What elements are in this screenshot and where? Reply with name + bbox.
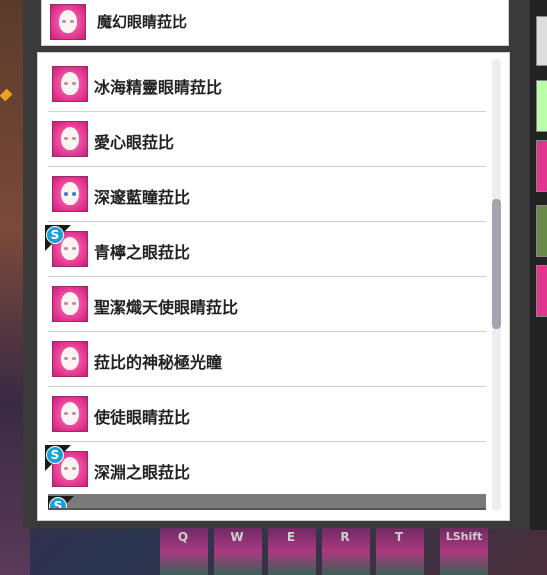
selected-item-label: 魔幻眼睛菈比 [97, 13, 188, 31]
item-label: 聖潔熾天使眼睛菈比 [94, 298, 239, 317]
list-item[interactable]: 聖潔熾天使眼睛菈比 [48, 277, 486, 332]
list-item[interactable]: 冰海精靈眼睛菈比 [48, 57, 486, 112]
hotkey-slot[interactable]: E [268, 528, 316, 575]
s-badge-icon: S [45, 225, 71, 251]
side-thumbnail[interactable] [536, 16, 547, 66]
item-label: 冰海精靈眼睛菈比 [94, 78, 223, 97]
hotkey-slot[interactable]: LShift [440, 528, 488, 575]
item-label: 愛心眼菈比 [94, 133, 175, 152]
list-item[interactable]: 使徒眼睛菈比 [48, 387, 486, 442]
lapi-face-icon [52, 286, 88, 322]
list-item[interactable]: 愛心眼菈比 [48, 112, 486, 167]
lapi-face-icon [52, 121, 88, 157]
side-panel-strip [530, 0, 547, 530]
side-thumbnail[interactable] [536, 140, 547, 192]
s-badge-icon: S [45, 445, 71, 471]
scrollbar[interactable] [492, 59, 501, 511]
lapi-face-icon [52, 341, 88, 377]
item-list: 冰海精靈眼睛菈比 愛心眼菈比 深邃藍瞳菈比 S 青檸之眼菈比 聖潔熾天使眼睛菈比… [37, 52, 510, 521]
item-label: 菈比的神秘極光瞳 [94, 353, 223, 372]
list-item[interactable]: S 深淵之眼菈比 [45, 442, 486, 497]
item-label: 青檸之眼菈比 [94, 243, 191, 262]
side-thumbnail[interactable] [536, 265, 547, 317]
scrollbar-thumb[interactable] [492, 199, 501, 329]
side-thumbnail[interactable] [536, 80, 547, 132]
lapi-face-icon [52, 396, 88, 432]
list-item[interactable]: S 青檸之眼菈比 [45, 222, 486, 277]
hotkey-slot[interactable]: T [376, 528, 424, 575]
hotkey-slot[interactable]: Q [160, 528, 208, 575]
side-thumbnail[interactable] [536, 205, 547, 257]
lapi-face-icon [52, 66, 88, 102]
item-label: 深淵之眼菈比 [94, 463, 191, 482]
list-item[interactable]: 深邃藍瞳菈比 [48, 167, 486, 222]
arrow-icon [0, 88, 13, 102]
hotkey-slot[interactable]: R [322, 528, 370, 575]
list-item[interactable]: 菈比的神秘極光瞳 [48, 332, 486, 387]
list-item-partial[interactable]: S [48, 494, 486, 510]
s-badge-icon: S [48, 496, 74, 508]
lapi-face-icon [50, 4, 86, 40]
hotkey-slot[interactable]: W [214, 528, 262, 575]
skill-hotbar: Q W E R T LShift [160, 528, 500, 575]
lapi-face-icon [52, 176, 88, 212]
selected-item-card[interactable]: 魔幻眼睛菈比 [41, 0, 509, 46]
item-label: 深邃藍瞳菈比 [94, 188, 191, 207]
item-label: 使徒眼睛菈比 [94, 408, 191, 427]
